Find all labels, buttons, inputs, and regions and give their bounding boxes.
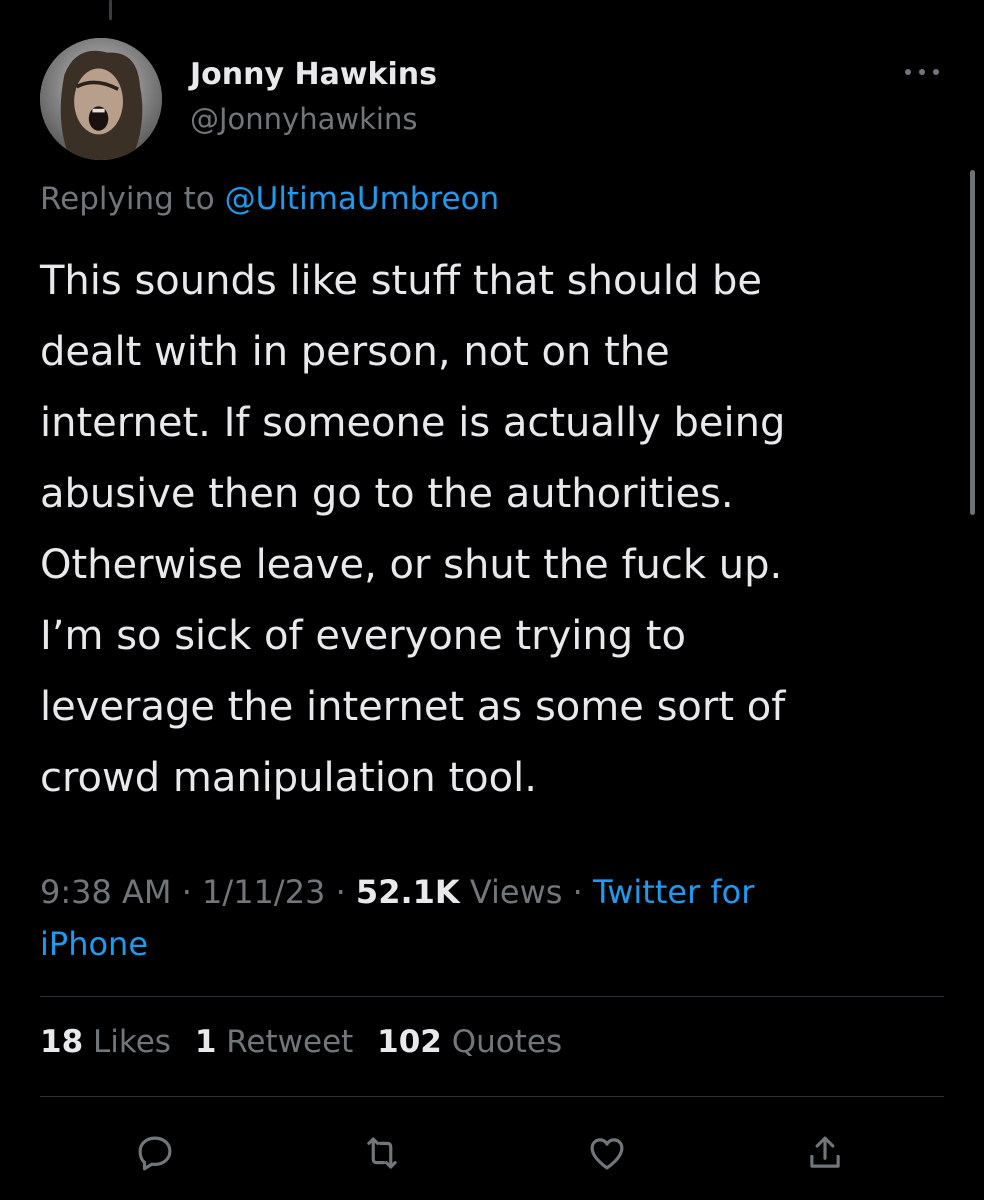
divider [40, 1096, 944, 1097]
retweets-count: 1 [194, 1024, 217, 1060]
replying-to: Replying to @UltimaUmbreon [40, 181, 499, 217]
tweet-text-line: internet. If someone is actually being [40, 400, 786, 446]
meta-separator: · [325, 873, 356, 911]
reply-icon [138, 1136, 172, 1171]
avatar[interactable] [40, 38, 162, 160]
tweet-time[interactable]: 9:38 AM [40, 873, 172, 911]
replying-to-handle-link[interactable]: @UltimaUmbreon [225, 181, 500, 217]
likes-label: Likes [93, 1024, 171, 1060]
views-label: Views [459, 873, 563, 911]
tweet-text-line: Otherwise leave, or shut the fuck up. [40, 542, 783, 588]
meta-separator: · [562, 873, 593, 911]
divider [40, 996, 944, 997]
tweet-meta: 9:38 AM · 1/11/23 · 52.1K Views · Twitte… [40, 866, 940, 970]
retweet-icon [367, 1137, 397, 1169]
views-count: 52.1K [355, 873, 460, 911]
tweet-date[interactable]: 1/11/23 [202, 873, 325, 911]
tweet-text-line: I’m so sick of everyone trying to [40, 613, 686, 659]
quotes-label: Quotes [451, 1024, 563, 1060]
share-icon [810, 1136, 840, 1168]
reply-button[interactable] [130, 1128, 180, 1178]
quotes-stat[interactable]: 102 Quotes [377, 1024, 562, 1060]
tweet-text: This sounds like stuff that should be de… [40, 246, 940, 814]
thread-connector-line [109, 0, 112, 20]
likes-count: 18 [40, 1024, 84, 1060]
likes-stat[interactable]: 18 Likes [40, 1024, 171, 1060]
like-icon [590, 1138, 624, 1170]
like-button[interactable] [582, 1128, 632, 1178]
tweet-text-line: This sounds like stuff that should be [40, 258, 763, 304]
source-link[interactable]: Twitter for [593, 873, 754, 911]
user-handle[interactable]: @Jonnyhawkins [190, 102, 417, 136]
retweets-stat[interactable]: 1 Retweet [195, 1024, 353, 1060]
quotes-count: 102 [377, 1024, 442, 1060]
more-options-icon[interactable] [902, 64, 942, 80]
tweet-text-line: abusive then go to the authorities. [40, 471, 734, 517]
tweet-text-line: crowd manipulation tool. [40, 755, 537, 801]
scrollbar[interactable] [970, 170, 975, 515]
share-button[interactable] [800, 1128, 850, 1178]
replying-to-label: Replying to [40, 181, 225, 217]
tweet-text-line: leverage the internet as some sort of [40, 684, 786, 730]
source-link-continued[interactable]: iPhone [40, 925, 148, 963]
tweet-text-line: dealt with in person, not on the [40, 329, 670, 375]
retweet-button[interactable] [357, 1128, 407, 1178]
avatar-image [40, 38, 162, 160]
retweets-label: Retweet [226, 1024, 354, 1060]
display-name[interactable]: Jonny Hawkins [190, 57, 437, 92]
meta-separator: · [171, 873, 203, 911]
engagement-stats: 18 Likes 1 Retweet 102 Quotes [40, 1024, 576, 1060]
